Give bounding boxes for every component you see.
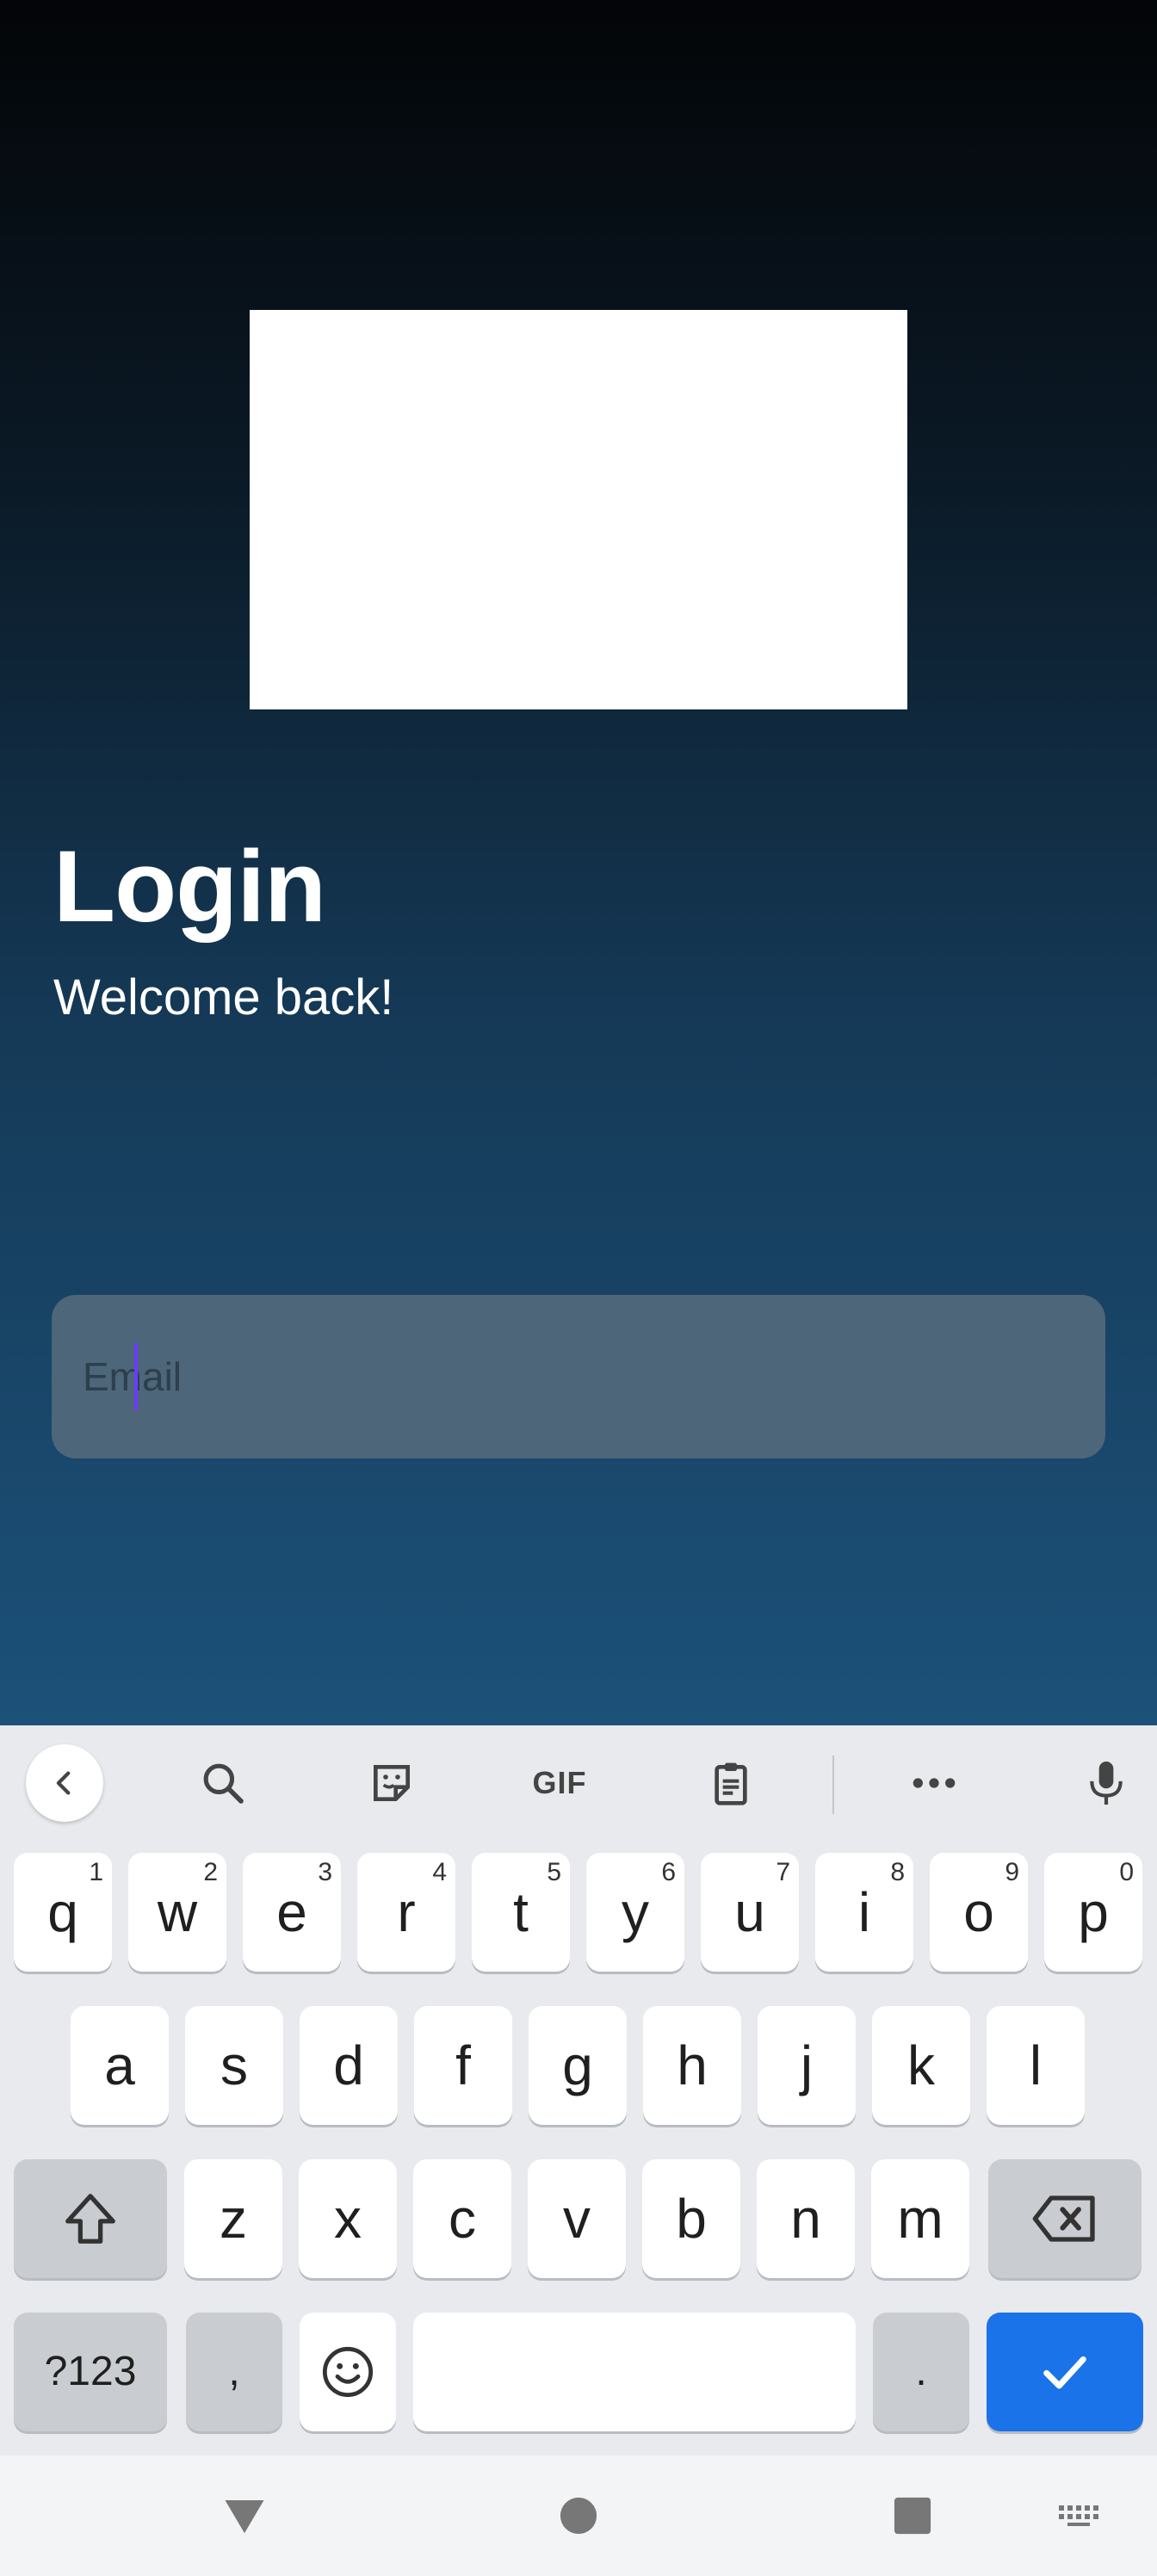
gif-button[interactable]: GIF [521,1744,598,1822]
key-label: t [513,1881,529,1943]
key-label: d [333,2034,364,2096]
key-l[interactable]: l [987,2006,1085,2125]
key-label: z [220,2188,247,2250]
key-c[interactable]: c [413,2159,511,2278]
key-j[interactable]: j [758,2006,856,2125]
key-h[interactable]: h [643,2006,741,2125]
key-m[interactable]: m [871,2159,969,2278]
backspace-key[interactable] [988,2159,1142,2278]
key-e[interactable]: e3 [243,1853,341,1972]
key-f[interactable]: f [414,2006,512,2125]
text-cursor [134,1343,138,1410]
key-n[interactable]: n [757,2159,855,2278]
keyboard-switch-icon[interactable] [1055,2490,1107,2542]
email-field-container[interactable] [52,1295,1105,1458]
microphone-icon[interactable] [1067,1744,1145,1822]
nav-home-icon[interactable] [556,2490,601,2542]
key-label: f [455,2034,471,2096]
key-r[interactable]: r4 [357,1853,455,1972]
key-z[interactable]: z [184,2159,282,2278]
key-number-hint: 8 [890,1858,905,1886]
key-label: b [676,2188,707,2250]
email-field[interactable] [52,1295,1105,1458]
key-v[interactable]: v [528,2159,626,2278]
key-y[interactable]: y6 [586,1853,684,1972]
comma-label: , [228,2349,240,2394]
key-label: w [157,1881,198,1943]
symbols-label: ?123 [44,2349,137,2394]
key-label: x [334,2188,362,2250]
key-d[interactable]: d [300,2006,398,2125]
key-number-hint: 6 [661,1858,676,1886]
enter-key[interactable] [987,2313,1143,2431]
key-i[interactable]: i8 [815,1853,913,1972]
key-label: s [220,2034,248,2096]
key-label: j [800,2034,814,2096]
key-q[interactable]: q1 [14,1853,112,1972]
page-title: Login [53,830,326,944]
key-number-hint: 2 [203,1858,218,1886]
key-label: m [897,2188,944,2250]
clipboard-icon[interactable] [692,1744,770,1822]
key-label: n [790,2188,821,2250]
nav-recents-icon[interactable] [890,2490,935,2542]
toolbar-divider [832,1756,834,1814]
page-subtitle: Welcome back! [53,969,394,1025]
key-label: l [1029,2034,1043,2096]
gif-label: GIF [532,1765,587,1800]
key-number-hint: 5 [547,1858,561,1886]
key-label: q [47,1881,78,1943]
back-chevron-icon[interactable] [26,1744,103,1822]
key-w[interactable]: w2 [128,1853,226,1972]
key-number-hint: 1 [89,1858,103,1886]
key-label: v [563,2188,591,2250]
comma-key[interactable]: , [186,2313,282,2431]
key-t[interactable]: t5 [472,1853,570,1972]
symbols-key[interactable]: ?123 [14,2313,167,2431]
key-label: c [449,2188,476,2250]
period-label: . [915,2349,927,2394]
emoji-key[interactable] [300,2313,396,2431]
navigation-bar [0,2455,1157,2576]
key-label: k [907,2034,935,2096]
key-label: i [857,1881,871,1943]
sticker-icon[interactable] [353,1744,430,1822]
checkmark-icon [1043,2356,1086,2389]
search-icon[interactable] [184,1744,262,1822]
key-number-hint: 4 [432,1858,447,1886]
key-number-hint: 3 [318,1858,332,1886]
key-p[interactable]: p0 [1044,1853,1142,1972]
logo-placeholder [250,310,907,709]
key-k[interactable]: k [872,2006,970,2125]
key-label: r [397,1881,416,1943]
key-label: u [734,1881,765,1943]
space-key[interactable] [413,2313,856,2431]
key-s[interactable]: s [185,2006,283,2125]
key-o[interactable]: o9 [930,1853,1028,1972]
key-label: y [622,1881,649,1943]
on-screen-keyboard: GIF ?123 , . q1w2e3r4t5y6u7i8o9p0asdf g … [0,1725,1157,2455]
key-a[interactable]: a [71,2006,169,2125]
key-number-hint: 0 [1119,1858,1134,1886]
key-b[interactable]: b [642,2159,740,2278]
key-u[interactable]: u7 [701,1853,799,1972]
key-label: a [104,2034,135,2096]
key-label: p [1078,1881,1109,1943]
key-number-hint: 7 [776,1858,790,1886]
keyboard-toolbar: GIF [0,1725,1157,1837]
key-x[interactable]: x [299,2159,397,2278]
key-g[interactable]: g [529,2006,627,2125]
login-screen: Login Welcome back! [0,0,1157,1725]
key-label: h [677,2034,708,2096]
emoji-icon [322,2346,374,2398]
period-key[interactable]: . [873,2313,969,2431]
key-label: g [562,2034,593,2096]
shift-key[interactable] [14,2159,167,2278]
more-options-icon[interactable] [895,1744,973,1822]
key-label: o [963,1881,994,1943]
key-number-hint: 9 [1005,1858,1019,1886]
nav-back-icon[interactable] [219,2490,270,2542]
key-label: e [276,1881,307,1943]
